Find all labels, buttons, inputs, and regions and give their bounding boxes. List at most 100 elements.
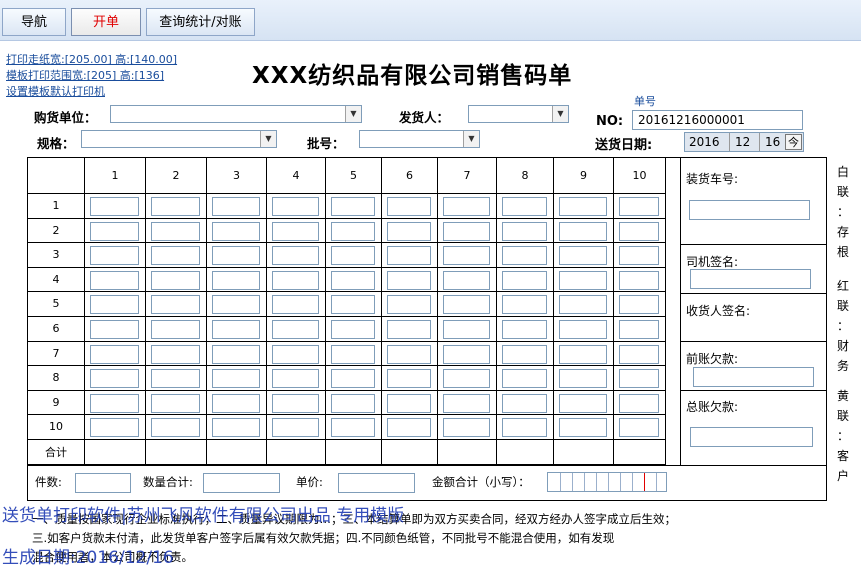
grid-cell-input[interactable]: [559, 197, 607, 216]
tab-new-order[interactable]: 开单: [71, 8, 141, 36]
grid-cell-input[interactable]: [502, 221, 547, 241]
spec-select[interactable]: ▼: [81, 130, 277, 148]
grid-cell-input[interactable]: [559, 344, 607, 364]
grid-cell-input[interactable]: [90, 344, 139, 364]
grid-cell-input[interactable]: [151, 418, 200, 438]
total-debt-input[interactable]: [690, 427, 813, 447]
grid-cell-input[interactable]: [212, 197, 260, 216]
batch-select[interactable]: ▼: [359, 130, 480, 148]
grid-cell-input[interactable]: [559, 270, 607, 290]
grid-cell-input[interactable]: [502, 393, 547, 413]
driver-sign-input[interactable]: [690, 269, 811, 289]
grid-cell-input[interactable]: [272, 418, 319, 438]
default-printer-link[interactable]: 设置模板默认打印机: [6, 83, 105, 99]
previous-debt-input[interactable]: [693, 367, 814, 387]
grid-cell-input[interactable]: [90, 320, 139, 339]
grid-cell-input[interactable]: [272, 246, 319, 266]
grid-cell-input[interactable]: [90, 418, 139, 438]
grid-cell-input[interactable]: [443, 418, 490, 438]
template-range-link[interactable]: 模板打印范围宽:[205] 高:[136]: [6, 67, 164, 83]
grid-cell-input[interactable]: [331, 393, 375, 413]
grid-cell-input[interactable]: [272, 369, 319, 389]
today-button[interactable]: 今: [785, 134, 802, 150]
grid-cell-input[interactable]: [272, 221, 319, 241]
grid-cell-input[interactable]: [212, 344, 260, 364]
grid-cell-input[interactable]: [212, 221, 260, 241]
grid-cell-input[interactable]: [331, 197, 375, 216]
grid-cell-input[interactable]: [272, 393, 319, 413]
grid-cell-input[interactable]: [331, 344, 375, 364]
date-year[interactable]: 2016: [689, 135, 720, 149]
grid-cell-input[interactable]: [151, 393, 200, 413]
grid-cell-input[interactable]: [619, 320, 659, 339]
grid-cell-input[interactable]: [619, 393, 659, 413]
grid-cell-input[interactable]: [387, 418, 431, 438]
grid-cell-input[interactable]: [90, 246, 139, 266]
order-no-field[interactable]: 20161216000001: [632, 110, 803, 130]
grid-cell-input[interactable]: [502, 295, 547, 315]
grid-cell-input[interactable]: [331, 295, 375, 315]
grid-cell-input[interactable]: [151, 270, 200, 290]
grid-cell-input[interactable]: [151, 197, 200, 216]
grid-cell-input[interactable]: [619, 369, 659, 389]
grid-cell-input[interactable]: [212, 393, 260, 413]
grid-cell-input[interactable]: [387, 197, 431, 216]
grid-cell-input[interactable]: [212, 418, 260, 438]
grid-cell-input[interactable]: [502, 369, 547, 389]
grid-cell-input[interactable]: [502, 320, 547, 339]
shipper-select[interactable]: ▼: [468, 105, 569, 123]
grid-cell-input[interactable]: [619, 418, 659, 438]
pieces-input[interactable]: [75, 473, 131, 493]
grid-cell-input[interactable]: [502, 344, 547, 364]
grid-cell-input[interactable]: [502, 418, 547, 438]
grid-cell-input[interactable]: [272, 344, 319, 364]
grid-cell-input[interactable]: [443, 320, 490, 339]
grid-cell-input[interactable]: [619, 246, 659, 266]
grid-cell-input[interactable]: [502, 270, 547, 290]
grid-cell-input[interactable]: [151, 344, 200, 364]
grid-cell-input[interactable]: [387, 320, 431, 339]
grid-cell-input[interactable]: [331, 418, 375, 438]
grid-cell-input[interactable]: [619, 221, 659, 241]
grid-cell-input[interactable]: [559, 295, 607, 315]
grid-cell-input[interactable]: [443, 344, 490, 364]
grid-cell-input[interactable]: [443, 369, 490, 389]
grid-cell-input[interactable]: [151, 246, 200, 266]
delivery-date-picker[interactable]: 2016 12 16 今: [684, 132, 804, 152]
grid-cell-input[interactable]: [387, 221, 431, 241]
grid-cell-input[interactable]: [212, 270, 260, 290]
grid-cell-input[interactable]: [272, 320, 319, 339]
grid-cell-input[interactable]: [331, 320, 375, 339]
grid-cell-input[interactable]: [272, 270, 319, 290]
grid-cell-input[interactable]: [443, 295, 490, 315]
grid-cell-input[interactable]: [90, 393, 139, 413]
grid-cell-input[interactable]: [387, 270, 431, 290]
truck-no-input[interactable]: [689, 200, 810, 220]
qty-total-input[interactable]: [203, 473, 280, 493]
grid-cell-input[interactable]: [331, 246, 375, 266]
tab-navigation[interactable]: 导航: [2, 8, 66, 36]
grid-cell-input[interactable]: [387, 295, 431, 315]
grid-cell-input[interactable]: [443, 246, 490, 266]
grid-cell-input[interactable]: [502, 197, 547, 216]
amount-digits-input[interactable]: [547, 472, 667, 492]
grid-cell-input[interactable]: [90, 221, 139, 241]
grid-cell-input[interactable]: [151, 295, 200, 315]
grid-cell-input[interactable]: [331, 221, 375, 241]
print-paper-size-link[interactable]: 打印走纸宽:[205.00] 高:[140.00]: [6, 51, 177, 67]
buyer-select[interactable]: ▼: [110, 105, 362, 123]
grid-cell-input[interactable]: [502, 246, 547, 266]
grid-cell-input[interactable]: [272, 295, 319, 315]
grid-cell-input[interactable]: [212, 246, 260, 266]
grid-cell-input[interactable]: [151, 369, 200, 389]
grid-cell-input[interactable]: [443, 221, 490, 241]
grid-cell-input[interactable]: [90, 369, 139, 389]
grid-cell-input[interactable]: [90, 270, 139, 290]
date-day[interactable]: 16: [765, 135, 780, 149]
grid-cell-input[interactable]: [212, 369, 260, 389]
grid-cell-input[interactable]: [559, 246, 607, 266]
grid-cell-input[interactable]: [331, 369, 375, 389]
grid-cell-input[interactable]: [90, 295, 139, 315]
grid-cell-input[interactable]: [559, 418, 607, 438]
grid-cell-input[interactable]: [387, 393, 431, 413]
